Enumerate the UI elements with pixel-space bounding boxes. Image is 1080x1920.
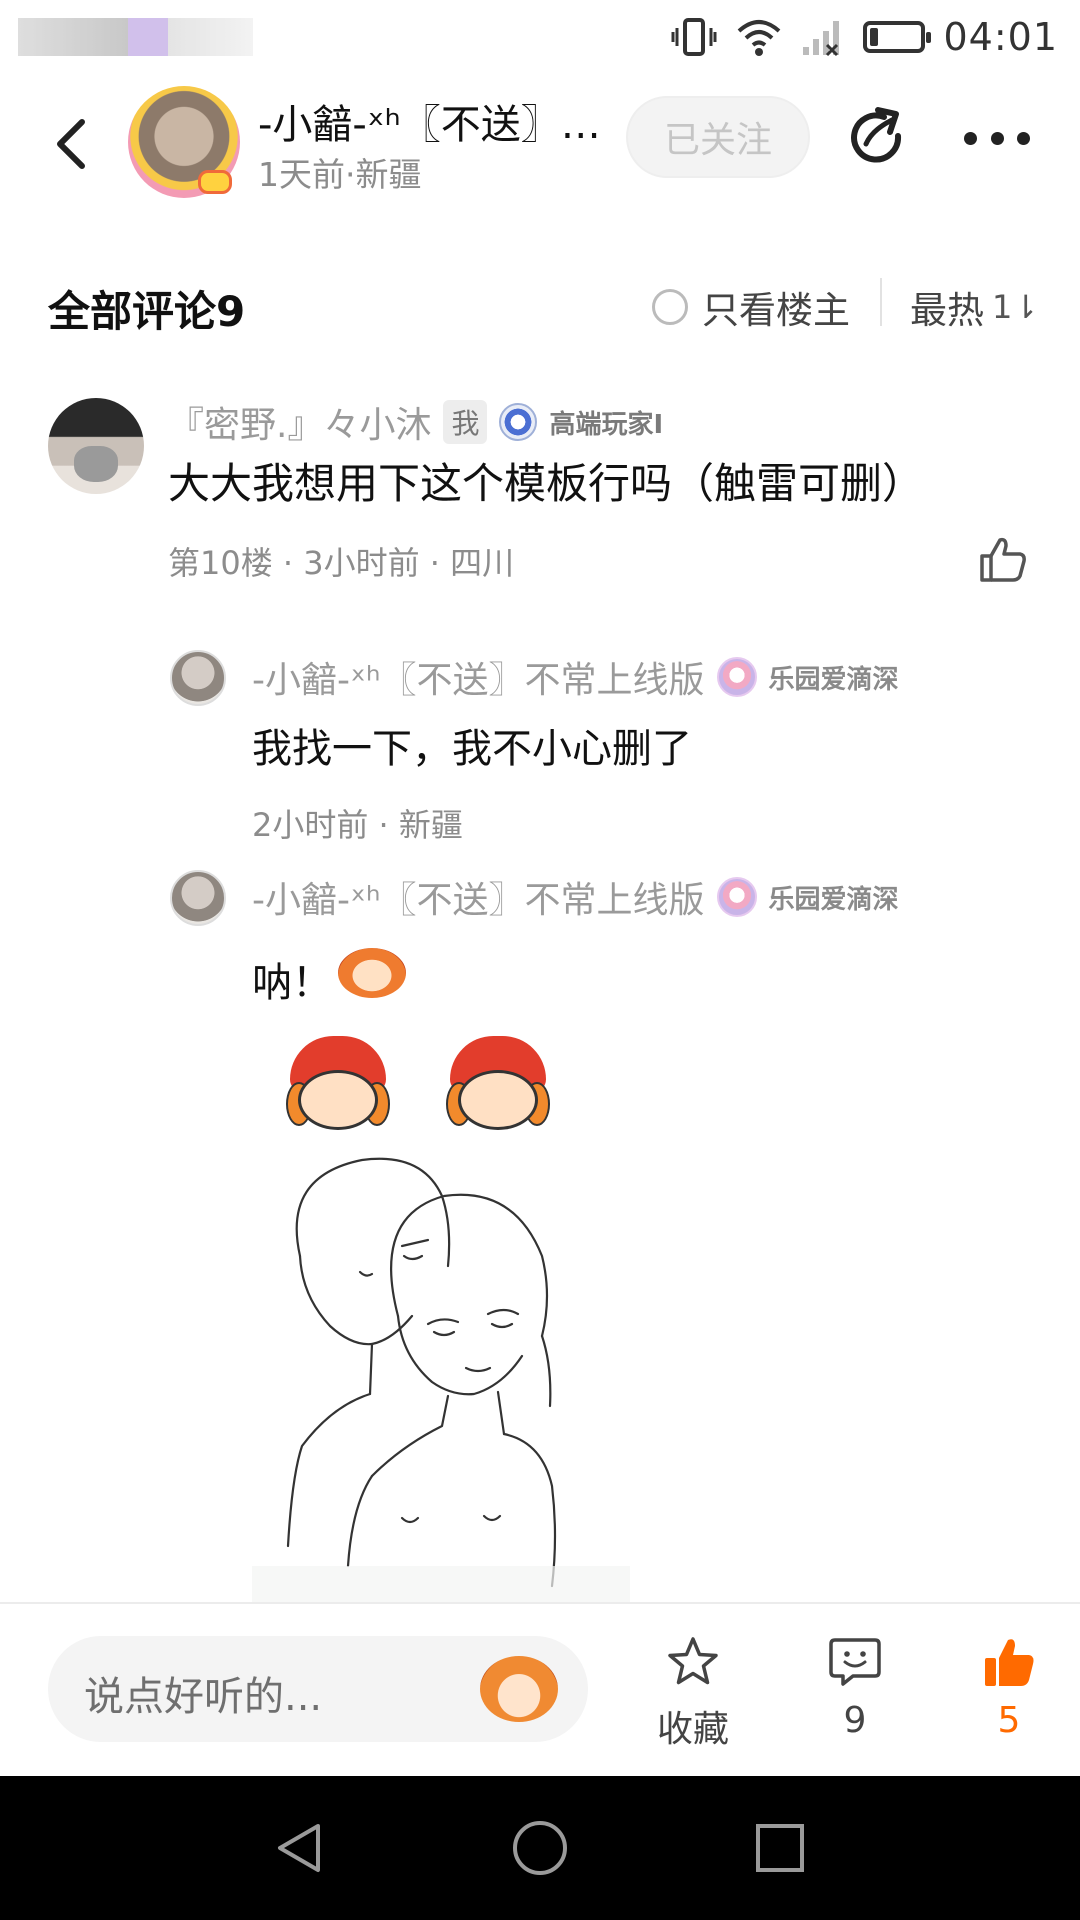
fan-badge-icon <box>716 877 757 917</box>
chat-icon <box>829 1638 881 1686</box>
reply-text[interactable]: 呐！ <box>252 950 332 1008</box>
mascot-emoji-icon[interactable] <box>480 1656 558 1722</box>
star-icon <box>668 1637 718 1685</box>
commenter-row: 『密野.』々小沐 我 高端玩家I <box>168 398 663 446</box>
comment-count-button[interactable]: 9 <box>800 1634 910 1741</box>
like-button[interactable]: 5 <box>954 1634 1064 1741</box>
status-time: 04:01 <box>943 15 1058 59</box>
fan-badge-icon <box>716 657 757 697</box>
reply-author[interactable]: -小韽-ˣʰ〖不送〗不常上线版 <box>252 651 705 703</box>
nav-home-icon[interactable] <box>510 1818 570 1878</box>
thumbs-up-icon[interactable] <box>978 534 1028 584</box>
favorite-button[interactable]: 收藏 <box>638 1634 748 1752</box>
fan-badge-label: 乐园爱滴深 <box>768 664 899 695</box>
thumbs-up-filled-icon <box>985 1639 1034 1686</box>
reply-author-row: -小韽-ˣʰ〖不送〗不常上线版 乐园爱滴深 <box>252 651 899 703</box>
comments-header: 全部评论9 只看楼主 最热 1⇂ <box>0 268 1080 338</box>
divider <box>880 278 882 326</box>
commenter-name[interactable]: 『密野.』々小沐 <box>168 396 431 448</box>
like-count: 5 <box>997 1700 1021 1741</box>
sort-label: 最热 <box>910 289 984 332</box>
reply-meta: 2小时前 · 新疆 <box>252 806 463 844</box>
reply-avatar[interactable] <box>170 650 226 706</box>
follow-button[interactable]: 已关注 <box>626 96 810 178</box>
blurred-notification-icons <box>18 18 253 56</box>
author-avatar[interactable] <box>128 86 240 198</box>
me-badge: 我 <box>443 400 488 444</box>
post-header: -小韽-ˣʰ〖不送〗不常… 1天前·新疆 已关注 <box>0 80 1080 205</box>
comment-input-placeholder: 说点好听的... <box>84 1674 323 1720</box>
author-meta: 1天前·新疆 <box>258 155 422 194</box>
reply-text[interactable]: 我找一下，我不小心删了 <box>252 716 692 774</box>
level-badge-label: 高端玩家I <box>549 409 664 440</box>
wifi-icon <box>738 20 781 56</box>
back-arrow-icon[interactable] <box>46 114 96 174</box>
fan-badge-label: 乐园爱滴深 <box>768 884 899 915</box>
sketch-image[interactable] <box>252 1146 630 1602</box>
reply-author[interactable]: -小韽-ˣʰ〖不送〗不常上线版 <box>252 871 705 923</box>
battery-icon <box>863 21 932 53</box>
signal-icon <box>803 21 840 57</box>
comment-meta: 第10楼 · 3小时前 · 四川 <box>168 544 515 582</box>
comment-input[interactable]: 说点好听的... <box>48 1636 588 1742</box>
nav-recents-icon[interactable] <box>750 1818 810 1878</box>
reply-avatar[interactable] <box>170 870 226 926</box>
favorite-label: 收藏 <box>656 1709 729 1750</box>
status-icons: 04:01 <box>671 14 1058 60</box>
op-only-label: 只看楼主 <box>702 289 850 332</box>
sort-icon: 1⇂ <box>992 288 1040 326</box>
more-icon[interactable] <box>964 120 1030 156</box>
status-bar: 04:01 <box>0 0 1080 80</box>
bottom-action-bar: 说点好听的... 收藏 9 5 <box>0 1602 1080 1776</box>
reply-author-row: -小韽-ˣʰ〖不送〗不常上线版 乐园爱滴深 <box>252 871 899 923</box>
sort-button[interactable]: 最热 1⇂ <box>910 280 1039 334</box>
system-nav-bar <box>0 1776 1080 1920</box>
comment-text[interactable]: 大大我想用下这个模板行吗（触雷可删） <box>168 450 924 511</box>
share-icon[interactable] <box>844 106 908 170</box>
comment-count: 9 <box>843 1700 867 1741</box>
sticker-image[interactable] <box>442 1036 554 1136</box>
nav-back-icon[interactable] <box>270 1818 330 1878</box>
radio-icon[interactable] <box>652 289 688 325</box>
author-name[interactable]: -小韽-ˣʰ〖不送〗不常… <box>258 92 628 150</box>
commenter-avatar[interactable] <box>48 398 144 494</box>
comments-title: 全部评论9 <box>48 287 246 336</box>
sticker-image[interactable] <box>282 1036 394 1136</box>
emoji-icon <box>338 948 406 998</box>
op-only-toggle[interactable]: 只看楼主 <box>652 280 850 334</box>
level-badge-icon <box>499 403 538 441</box>
vibrate-icon <box>671 18 717 56</box>
